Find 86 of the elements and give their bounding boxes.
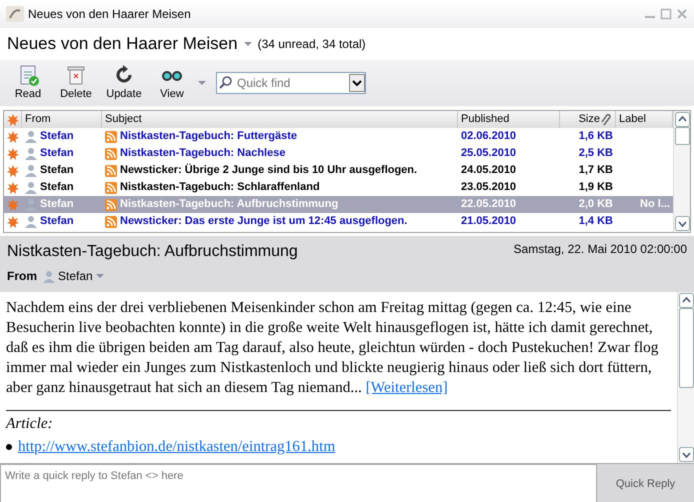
person-icon bbox=[25, 130, 37, 143]
toolbar-button[interactable]: Read bbox=[6, 62, 50, 104]
bullet-icon bbox=[6, 444, 12, 450]
trash-icon bbox=[65, 64, 87, 86]
unread-count: (34 unread, 34 total) bbox=[258, 36, 366, 53]
star-icon bbox=[7, 148, 19, 160]
size-text: 1,6 KB bbox=[578, 129, 613, 144]
subject-text: Nistkasten-Tagebuch: Nachlese bbox=[120, 146, 286, 162]
star-icon bbox=[7, 164, 19, 176]
subject-text: Nistkasten-Tagebuch: Futtergäste bbox=[120, 129, 298, 144]
star-icon bbox=[7, 216, 19, 228]
article-summary: Nachdem eins der drei verbliebenen Meisenkinder schon am Freitag mittag (gegen ca. 12:45, wie eine Besucherin live beobachten konnte) in die große weite Welt hinausgeflogen ist, hätte ich damit gerechnet, daß es ihm die übrigen beiden am Tag darauf, also heute, gleichtun würden - doch Pustekuchen! Zwar flog immer mal wieder ein Junges zum Nistkastenloch und blickte neugierig hinaus oder ließ sich dort füttern, aber ganz hinausgetraut hat sich an diesem Tag niemand... [Weiterlesen] bbox=[6, 298, 660, 398]
toolbar-button[interactable]: View bbox=[150, 62, 194, 104]
scroll-thumb[interactable] bbox=[674, 127, 690, 145]
dropdown-icon[interactable] bbox=[349, 74, 365, 92]
person-icon bbox=[25, 164, 37, 177]
sender-name: Stefan bbox=[40, 146, 74, 162]
star-icon bbox=[7, 182, 19, 194]
scroll-thumb[interactable] bbox=[678, 308, 694, 388]
subject-text: Newsticker: Übrige 2 Junge sind bis 10 Uhr ausgeflogen. bbox=[120, 162, 418, 178]
from-label: From bbox=[7, 268, 37, 285]
caret-icon[interactable] bbox=[244, 42, 252, 46]
read-more-link[interactable]: [Weiterlesen] bbox=[366, 379, 448, 396]
subject-text: Newsticker: Das erste Junge ist um 12:45 ausgeflogen. bbox=[120, 214, 408, 230]
column-header[interactable]: Label bbox=[616, 111, 673, 128]
size-text: 2,0 KB bbox=[578, 197, 613, 212]
close-icon[interactable] bbox=[676, 8, 688, 20]
column-header[interactable]: From bbox=[22, 111, 102, 128]
label-text: No l... bbox=[640, 197, 670, 212]
subject-text: Nistkasten-Tagebuch: Schlaraffenland bbox=[120, 180, 320, 196]
size-text: 2,5 KB bbox=[578, 146, 613, 162]
sender-menu[interactable]: Stefan bbox=[43, 267, 104, 285]
person-icon bbox=[43, 270, 55, 282]
maximize-icon[interactable] bbox=[660, 8, 672, 20]
size-text: 1,4 KB bbox=[578, 214, 613, 230]
scroll-up-icon[interactable] bbox=[678, 293, 694, 308]
column-header[interactable]: Size bbox=[560, 111, 616, 128]
message-date: Samstag, 22. Mai 2010 02:00:00 bbox=[514, 241, 687, 258]
person-icon bbox=[25, 147, 37, 160]
sender-name: Stefan bbox=[40, 197, 74, 212]
caret-icon[interactable] bbox=[198, 81, 206, 85]
person-icon bbox=[25, 181, 37, 194]
scroll-down-icon[interactable] bbox=[678, 447, 694, 462]
published-date: 24.05.2010 bbox=[461, 163, 516, 178]
search-box[interactable]: Quick find bbox=[216, 72, 366, 94]
size-text: 1,7 KB bbox=[578, 163, 613, 178]
rss-icon bbox=[105, 148, 117, 160]
article-label: Article: bbox=[6, 414, 54, 434]
app-logo-icon bbox=[6, 6, 24, 22]
article-link[interactable]: http://www.stefanbion.de/nistkasten/eintrag161.htm bbox=[18, 437, 336, 457]
published-date: 22.05.2010 bbox=[461, 197, 516, 212]
rss-icon bbox=[105, 216, 117, 228]
column-header[interactable] bbox=[4, 111, 22, 128]
message-title: Nistkasten-Tagebuch: Aufbruchstimmung bbox=[7, 242, 298, 262]
size-text: 1,9 KB bbox=[578, 180, 613, 196]
toolbar-button[interactable]: Update bbox=[102, 62, 146, 104]
published-date: 02.06.2010 bbox=[461, 129, 516, 144]
published-date: 23.05.2010 bbox=[461, 180, 516, 196]
scrollbar[interactable] bbox=[673, 111, 690, 232]
rss-icon bbox=[105, 182, 117, 194]
person-icon bbox=[25, 215, 37, 228]
rss-icon bbox=[105, 164, 117, 176]
toolbar-button[interactable]: Delete bbox=[54, 62, 98, 104]
sender-name: Stefan bbox=[40, 163, 74, 178]
star-icon bbox=[7, 114, 19, 126]
scrollbar[interactable] bbox=[677, 292, 694, 463]
published-date: 25.05.2010 bbox=[461, 146, 516, 162]
scroll-up-icon[interactable] bbox=[674, 112, 690, 127]
star-icon bbox=[7, 198, 19, 210]
row-highlight[interactable] bbox=[4, 213, 22, 230]
sender-name: Stefan bbox=[40, 214, 74, 230]
sender-name: Stefan bbox=[40, 129, 74, 144]
window-title: Neues von den Haarer Meisen bbox=[28, 6, 192, 23]
scroll-down-icon[interactable] bbox=[674, 216, 690, 231]
feed-title: Neues von den Haarer Meisen bbox=[7, 33, 238, 56]
subject-text: Nistkasten-Tagebuch: Aufbruchstimmung bbox=[120, 197, 338, 212]
paperclip-icon bbox=[600, 112, 612, 126]
column-header[interactable]: Published bbox=[458, 111, 560, 128]
rss-icon bbox=[105, 130, 117, 142]
published-date: 21.05.2010 bbox=[461, 214, 516, 230]
rss-icon bbox=[105, 198, 117, 210]
quick-reply-button[interactable]: Quick Reply bbox=[597, 464, 694, 502]
sender-name: Stefan bbox=[40, 180, 74, 196]
star-icon bbox=[7, 130, 19, 142]
caret-icon bbox=[96, 274, 104, 278]
column-header[interactable]: Subject bbox=[102, 111, 458, 128]
